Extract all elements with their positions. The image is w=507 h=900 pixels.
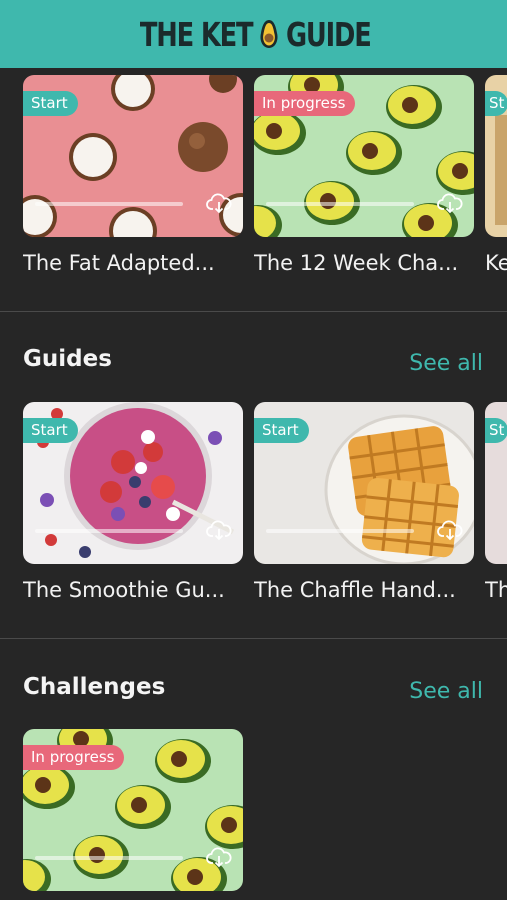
card-title[interactable]: The Fat Adapted... — [23, 251, 253, 275]
card-thumbnail[interactable]: In progress — [23, 729, 243, 891]
card-thumbnail[interactable]: St — [485, 402, 507, 564]
section-title-challenges: Challenges — [23, 674, 166, 700]
course-card[interactable]: In progress The 12 Week Cha... — [254, 75, 474, 275]
progress-bar — [35, 202, 183, 206]
progress-bar — [35, 529, 183, 533]
see-all-challenges-link[interactable]: See all — [409, 679, 483, 704]
section-divider — [0, 311, 507, 312]
progress-bar — [266, 529, 414, 533]
top-carousel[interactable]: Start The Fat Adapted... In progress The… — [0, 75, 507, 290]
card-title[interactable]: The Smoothie Gu... — [23, 578, 253, 602]
cloud-download-icon[interactable] — [437, 192, 463, 214]
cloud-download-icon[interactable] — [206, 192, 232, 214]
avocado-logo-icon — [260, 20, 278, 48]
challenges-carousel[interactable]: In progress — [0, 729, 507, 900]
see-all-guides-link[interactable]: See all — [409, 351, 483, 376]
status-badge: St — [485, 418, 507, 443]
status-badge: In progress — [23, 745, 125, 770]
progress-bar — [35, 856, 183, 860]
section-divider — [0, 638, 507, 639]
card-thumbnail[interactable]: Start — [23, 75, 243, 237]
status-badge: St — [485, 91, 507, 116]
course-card[interactable]: St Ke — [485, 75, 507, 275]
card-thumbnail[interactable]: In progress — [254, 75, 474, 237]
app-header: THE KET GUIDE — [0, 0, 507, 68]
cloud-download-icon[interactable] — [206, 846, 232, 868]
logo-text-left: THE KET — [139, 14, 254, 54]
app-logo: THE KET GUIDE — [124, 14, 383, 54]
card-title[interactable]: The Chaffle Hand... — [254, 578, 484, 602]
progress-bar — [266, 202, 414, 206]
status-badge: Start — [23, 418, 78, 443]
challenge-card[interactable]: In progress — [23, 729, 243, 891]
status-badge: Start — [23, 91, 78, 116]
card-title[interactable]: The 12 Week Cha... — [254, 251, 484, 275]
cloud-download-icon[interactable] — [206, 519, 232, 541]
guide-card[interactable]: St Th — [485, 402, 507, 602]
status-badge: Start — [254, 418, 309, 443]
section-title-guides: Guides — [23, 346, 112, 372]
guide-card[interactable]: Start The Smoothie Gu... — [23, 402, 243, 602]
card-title[interactable]: Th — [485, 578, 507, 602]
card-thumbnail[interactable]: St — [485, 75, 507, 237]
card-title[interactable]: Ke — [485, 251, 507, 275]
card-thumbnail[interactable]: Start — [254, 402, 474, 564]
cloud-download-icon[interactable] — [437, 519, 463, 541]
course-card[interactable]: Start The Fat Adapted... — [23, 75, 243, 275]
card-thumbnail[interactable]: Start — [23, 402, 243, 564]
guides-carousel[interactable]: Start The Smoothie Gu... Start The Chaff… — [0, 402, 507, 617]
logo-text-right: GUIDE — [286, 14, 372, 54]
guide-card[interactable]: Start The Chaffle Hand... — [254, 402, 474, 602]
status-badge: In progress — [254, 91, 356, 116]
